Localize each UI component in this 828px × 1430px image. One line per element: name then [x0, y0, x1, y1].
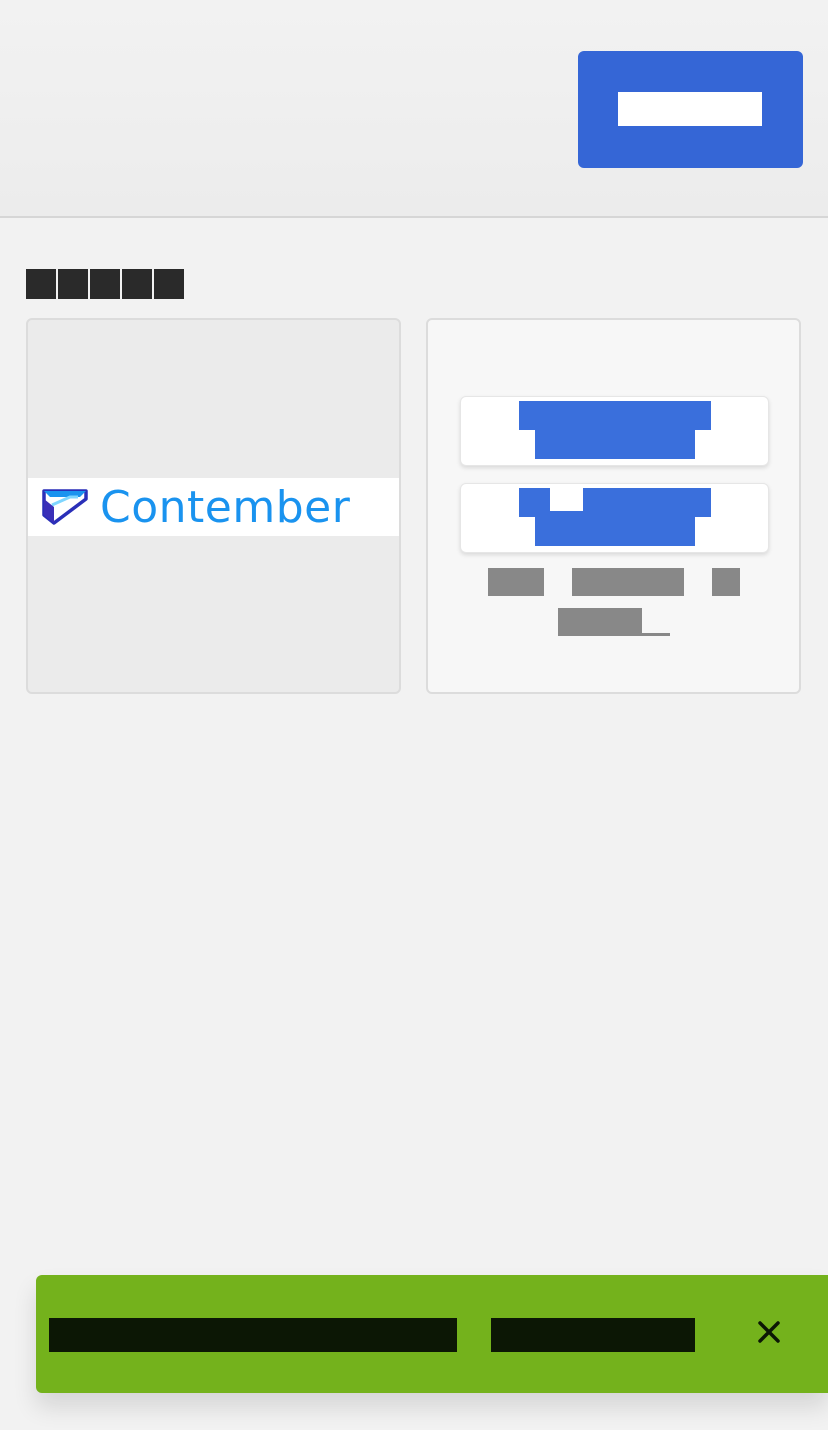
brand-logo: Contember [28, 478, 399, 536]
card-action-button-2-label [519, 488, 711, 546]
section-title [26, 269, 184, 299]
card-action-button-1-label [519, 401, 711, 459]
card-note [488, 568, 743, 640]
contember-logo-icon [42, 489, 88, 525]
toast-message [49, 1318, 457, 1352]
logo-card[interactable]: Contember [26, 318, 401, 694]
actions-card [426, 318, 801, 694]
toast-action-link[interactable] [491, 1318, 695, 1352]
toast-close-button[interactable] [750, 1313, 788, 1351]
notification-toast [36, 1275, 828, 1393]
page: Contember [0, 0, 828, 1430]
card-action-button-2[interactable] [460, 483, 769, 553]
top-header [0, 0, 828, 218]
brand-name: Contember [100, 481, 351, 533]
header-primary-button-label [618, 92, 762, 126]
close-icon [758, 1321, 780, 1343]
header-primary-button[interactable] [578, 51, 803, 168]
card-action-button-1[interactable] [460, 396, 769, 466]
